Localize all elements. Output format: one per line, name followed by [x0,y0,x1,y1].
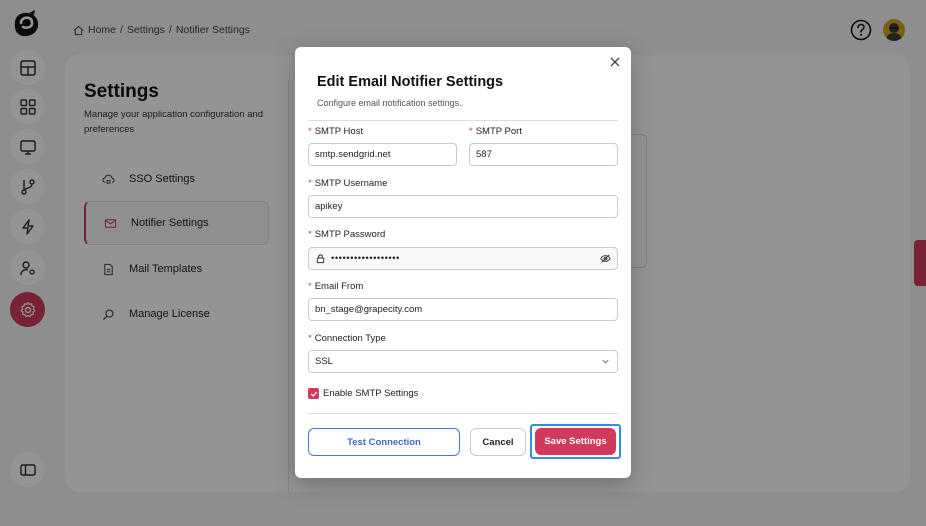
lock-icon [316,254,325,264]
chevron-down-icon [602,359,609,364]
smtp-password-input[interactable]: •••••••••••••••••• [308,247,618,270]
connection-type-label: * Connection Type [308,333,386,344]
save-settings-button[interactable]: Save Settings [535,428,616,455]
smtp-username-label: * SMTP Username [308,178,388,189]
email-from-input[interactable]: bn_stage@grapecity.com [308,298,618,321]
connection-type-select[interactable]: SSL [308,350,618,373]
email-from-label: * Email From [308,281,364,292]
eye-off-icon[interactable] [600,253,611,264]
smtp-host-input[interactable]: smtp.sendgrid.net [308,143,457,166]
checkmark-icon [310,391,317,397]
save-button-focus-ring: Save Settings [530,424,621,459]
smtp-username-input[interactable]: apikey [308,195,618,218]
enable-smtp-label: Enable SMTP Settings [323,388,419,399]
test-connection-button[interactable]: Test Connection [308,428,460,456]
close-icon[interactable] [609,56,621,68]
smtp-port-label: * SMTP Port [469,126,522,137]
smtp-password-label: * SMTP Password [308,229,386,240]
divider [308,120,618,121]
cancel-button[interactable]: Cancel [470,428,526,456]
dialog-subtitle: Configure email notification settings. [317,98,462,108]
edit-email-notifier-dialog: Edit Email Notifier Settings Configure e… [295,47,631,478]
enable-smtp-checkbox[interactable] [308,388,319,399]
divider [308,413,618,414]
smtp-port-input[interactable]: 587 [469,143,618,166]
dialog-title: Edit Email Notifier Settings [317,74,504,90]
smtp-host-label: * SMTP Host [308,126,364,137]
